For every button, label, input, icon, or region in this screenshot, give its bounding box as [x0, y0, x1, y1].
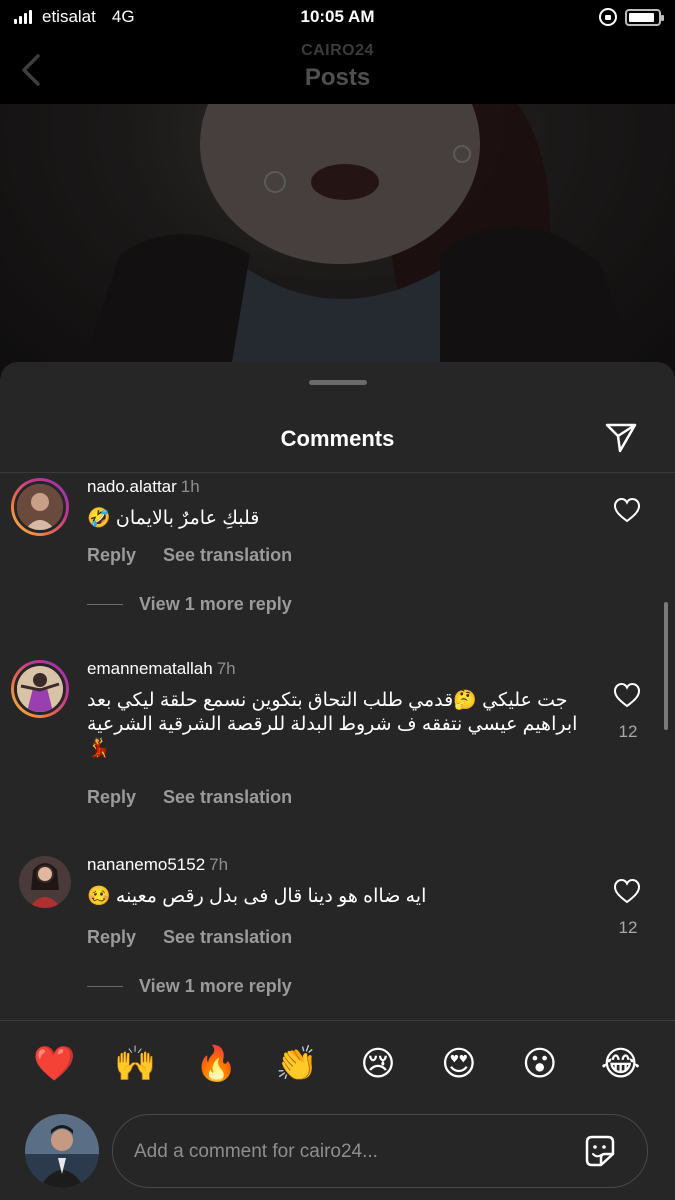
- reaction-heart[interactable]: ❤️: [32, 1044, 76, 1084]
- quick-reactions: ❤️ 🙌 🔥 👏 😢 😍 😮 😂: [0, 1044, 675, 1084]
- like-heart-icon[interactable]: [612, 877, 642, 905]
- reaction-laughing[interactable]: 😂: [599, 1044, 643, 1084]
- clock: 10:05 AM: [300, 7, 375, 26]
- comment-item: nado.alattar 1h قلبكِ عامرٌ بالايمان 🤣 Re…: [0, 474, 675, 624]
- like-heart-icon[interactable]: [612, 681, 642, 709]
- view-more-replies-label[interactable]: View 1 more reply: [139, 594, 292, 615]
- reaction-raised-hands[interactable]: 🙌: [113, 1044, 157, 1084]
- comment-time: 1h: [180, 477, 200, 496]
- rotation-lock-icon: [599, 8, 617, 26]
- see-translation-button[interactable]: See translation: [163, 927, 292, 948]
- status-bar: etisalat 4G 10:05 AM: [0, 0, 675, 36]
- comment-text: قلبكِ عامرٌ بالايمان 🤣: [87, 508, 260, 529]
- view-more-replies[interactable]: View 1 more reply: [87, 976, 292, 997]
- reaction-crying[interactable]: 😢: [356, 1044, 400, 1084]
- like-count: 12: [618, 918, 638, 937]
- comment-input-placeholder: Add a comment for cairo24...: [134, 1141, 378, 1162]
- comments-sheet: Comments nado.alattar 1h قلبكِ عامرٌ بالا…: [0, 362, 675, 1200]
- comment-text: جت عليكي 🤔قدمي طلب التحاق بتكوين نسمع حل…: [87, 690, 578, 759]
- reply-button[interactable]: Reply: [87, 927, 136, 948]
- avatar[interactable]: [11, 478, 69, 536]
- reply-button[interactable]: Reply: [87, 787, 136, 808]
- comment-item: emannematallah 7h جت عليكي 🤔قدمي طلب التح…: [0, 656, 675, 816]
- avatar[interactable]: [19, 856, 71, 908]
- battery-level: [629, 12, 655, 22]
- nav-header: CAIRO24 Posts: [0, 36, 675, 104]
- comment-text: ايه ضااه هو دينا قال فى بدل رقص معينه 🥴: [87, 886, 427, 907]
- view-more-replies[interactable]: View 1 more reply: [87, 594, 292, 615]
- reaction-heart-eyes[interactable]: 😍: [437, 1044, 481, 1084]
- comment-username[interactable]: nananemo5152 7h: [87, 855, 228, 875]
- page-title: Posts: [304, 64, 371, 91]
- comment-input[interactable]: Add a comment for cairo24...: [112, 1114, 648, 1188]
- reaction-surprised[interactable]: 😮: [518, 1044, 562, 1084]
- reaction-fire[interactable]: 🔥: [194, 1044, 238, 1084]
- comment-username[interactable]: emannematallah 7h: [87, 659, 236, 679]
- see-translation-button[interactable]: See translation: [163, 545, 292, 566]
- comment-item: nananemo5152 7h ايه ضااه هو دينا قال فى ب…: [0, 852, 675, 1002]
- reply-button[interactable]: Reply: [87, 545, 136, 566]
- reply-thread-line: [87, 986, 123, 987]
- like-heart-icon[interactable]: [612, 496, 642, 524]
- see-translation-button[interactable]: See translation: [163, 787, 292, 808]
- reaction-clap[interactable]: 👏: [275, 1044, 319, 1084]
- battery-icon: [625, 8, 664, 26]
- like-count: 12: [618, 722, 638, 741]
- sheet-grabber[interactable]: [309, 380, 367, 385]
- comment-time: 7h: [216, 659, 236, 678]
- view-more-replies-label[interactable]: View 1 more reply: [139, 976, 292, 997]
- reply-thread-line: [87, 604, 123, 605]
- account-name: CAIRO24: [301, 42, 374, 59]
- post-image: [0, 104, 675, 374]
- sticker-icon[interactable]: [581, 1132, 619, 1170]
- comment-username[interactable]: nado.alattar 1h: [87, 477, 200, 497]
- sheet-title: Comments: [280, 426, 395, 451]
- composer-divider: [0, 1020, 675, 1021]
- header-divider: [0, 472, 675, 473]
- avatar[interactable]: [11, 660, 69, 718]
- comment-time: 7h: [209, 855, 229, 874]
- share-icon[interactable]: [603, 419, 639, 455]
- current-user-avatar: [25, 1114, 99, 1188]
